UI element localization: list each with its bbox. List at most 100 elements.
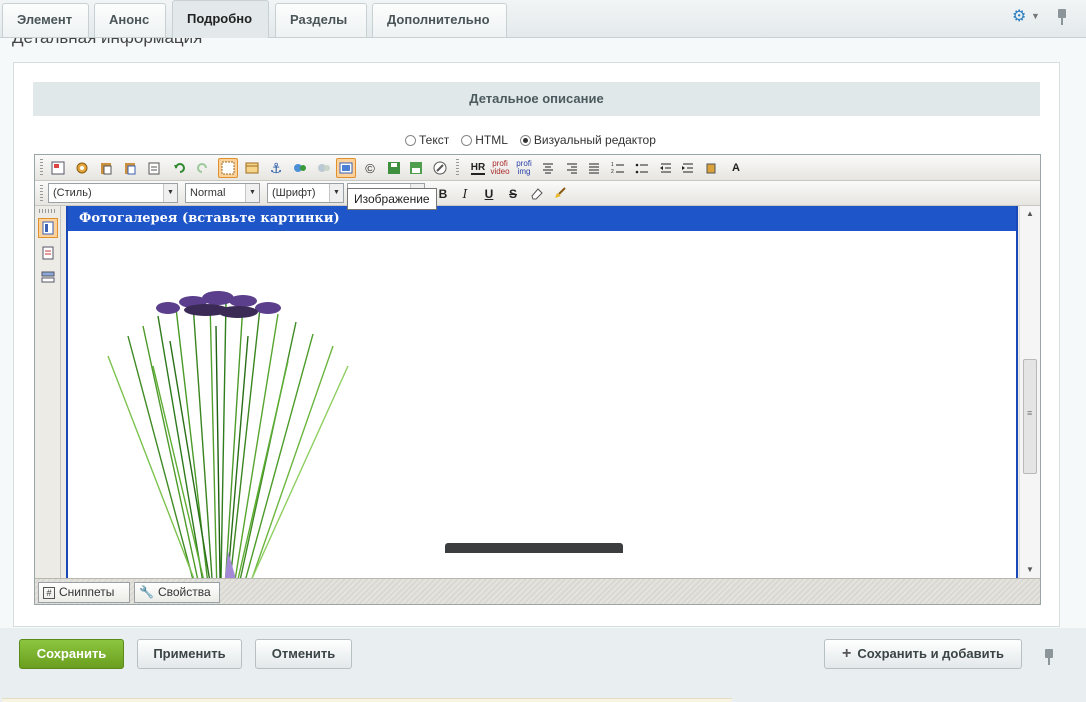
spellcheck-icon[interactable] [430,158,450,178]
fullscreen-icon[interactable] [48,158,68,178]
editor-taskbar: # Сниппеты 🔧 Свойства [35,578,1040,604]
style-select-value: (Стиль) [53,187,92,199]
properties-icon[interactable] [38,267,58,287]
snippets-icon: # [43,586,55,599]
redo-icon[interactable] [192,158,212,178]
toolbar-grip-2[interactable] [456,159,459,177]
tab-announce[interactable]: Анонс [94,3,166,37]
copyright-icon[interactable]: © [360,158,380,178]
link-icon[interactable] [290,158,310,178]
save-button[interactable]: Сохранить [19,639,124,669]
properties-label: Свойства [157,585,211,599]
mode-text[interactable]: Текст [405,133,449,147]
video-icon[interactable]: profi video [490,158,510,178]
visual-editor: ⚓ © HR profi video profi img 12 A (Стиль… [34,154,1041,605]
editor-content[interactable]: Фотогалерея (вставьте картинки) [66,206,1018,578]
section-heading: Детальная информация [12,38,202,48]
undo-icon[interactable] [170,158,190,178]
mode-html-label: HTML [475,133,508,147]
grass-bouquet-image [107,291,349,578]
align-justify-icon[interactable] [584,158,604,178]
snippets-label: Сниппеты [59,585,115,599]
pin-icon[interactable] [1043,649,1055,665]
font-color-icon[interactable]: A [726,158,746,178]
scroll-down-icon[interactable]: ▼ [1020,562,1040,578]
status-strip [2,698,732,702]
font-select[interactable]: (Шрифт) ▼ [267,183,344,203]
image-tooltip: Изображение [347,188,437,210]
unlink-icon[interactable] [314,158,334,178]
editor-mode-switch: Текст HTML Визуальный редактор [405,133,656,147]
table-icon[interactable] [242,158,262,178]
editor-sidebar [35,206,61,578]
scroll-thumb[interactable] [1023,359,1037,474]
scroll-up-icon[interactable]: ▲ [1020,206,1040,222]
image-icon[interactable] [336,158,356,178]
radio-visual[interactable] [519,134,531,146]
chevron-down-icon: ▼ [329,184,343,202]
paste-text-icon[interactable] [144,158,164,178]
mode-text-label: Текст [419,133,450,147]
save-and-add-button[interactable]: + Сохранить и добавить [824,639,1022,669]
wrench-icon: 🔧 [139,585,154,599]
section-title: Детальное описание [33,82,1040,116]
chevron-down-icon: ▼ [163,184,177,202]
document-icon[interactable] [38,243,58,263]
paste-word-icon[interactable] [120,158,140,178]
radio-text[interactable] [405,134,416,146]
apply-button[interactable]: Применить [137,639,242,669]
radio-html[interactable] [461,134,473,146]
align-right-icon[interactable] [562,158,582,178]
background-color-icon[interactable] [702,158,722,178]
plus-icon: + [842,645,852,662]
tab-sections[interactable]: Разделы [275,3,367,37]
save-disk-icon[interactable] [384,158,404,178]
outdent-icon[interactable] [656,158,676,178]
bullet-list-icon[interactable] [632,158,652,178]
table-border-icon[interactable] [218,158,238,178]
format-select[interactable]: Normal ▼ [185,183,260,203]
toolbar-grip-3[interactable] [40,185,43,203]
tab-element[interactable]: Элемент [2,3,89,37]
font-select-value: (Шрифт) [272,187,316,199]
save-and-add-label: Сохранить и добавить [857,646,1004,661]
anchor-icon[interactable]: ⚓ [266,158,286,178]
italic-button[interactable]: I [455,184,475,204]
mode-html[interactable]: HTML [461,133,508,147]
ordered-list-icon[interactable]: 12 [608,158,628,178]
strikethrough-button[interactable]: S [503,184,523,204]
tab-bar: Элемент Анонс Подробно Разделы Дополните… [0,0,1086,38]
brush-icon[interactable] [550,183,570,203]
gallery-title: Фотогалерея (вставьте картинки) [68,206,1016,231]
cancel-button[interactable]: Отменить [255,639,352,669]
vertical-scrollbar[interactable]: ▲ ▼ [1019,206,1040,578]
chevron-down-icon[interactable]: ▼ [1031,11,1040,21]
snippets-tab[interactable]: # Сниппеты [38,582,130,603]
tab-details[interactable]: Подробно [172,0,269,38]
profi-image-icon[interactable]: profi img [514,158,534,178]
format-select-value: Normal [190,187,226,199]
properties-tab[interactable]: 🔧 Свойства [134,582,220,603]
sidebar-grip[interactable] [39,209,57,213]
chevron-down-icon: ▼ [245,184,259,202]
gear-icon[interactable]: ⚙ [1012,9,1028,25]
underline-button[interactable]: U [479,184,499,204]
toolbar-grip[interactable] [40,159,43,177]
indent-icon[interactable] [678,158,698,178]
svg-text:1: 1 [611,162,614,168]
paste-icon[interactable] [96,158,116,178]
flash-icon[interactable] [406,158,426,178]
toolbar-row-1: ⚓ © HR profi video profi img 12 A [35,155,1040,181]
svg-text:2: 2 [611,169,614,175]
align-center-icon[interactable] [538,158,558,178]
hr-icon[interactable]: HR [468,158,488,178]
toolbar-row-2: (Стиль)▼ Normal▼ (Шрифт)▼ ▼ B I U S [35,181,1040,206]
pin-icon[interactable] [1056,9,1068,25]
style-select[interactable]: (Стиль) ▼ [48,183,178,203]
dark-object-image [445,543,623,553]
settings-icon[interactable] [72,158,92,178]
eraser-icon[interactable] [527,183,547,203]
components-icon[interactable] [38,218,58,238]
tab-additional[interactable]: Дополнительно [372,3,507,37]
mode-visual[interactable]: Визуальный редактор [519,133,656,147]
